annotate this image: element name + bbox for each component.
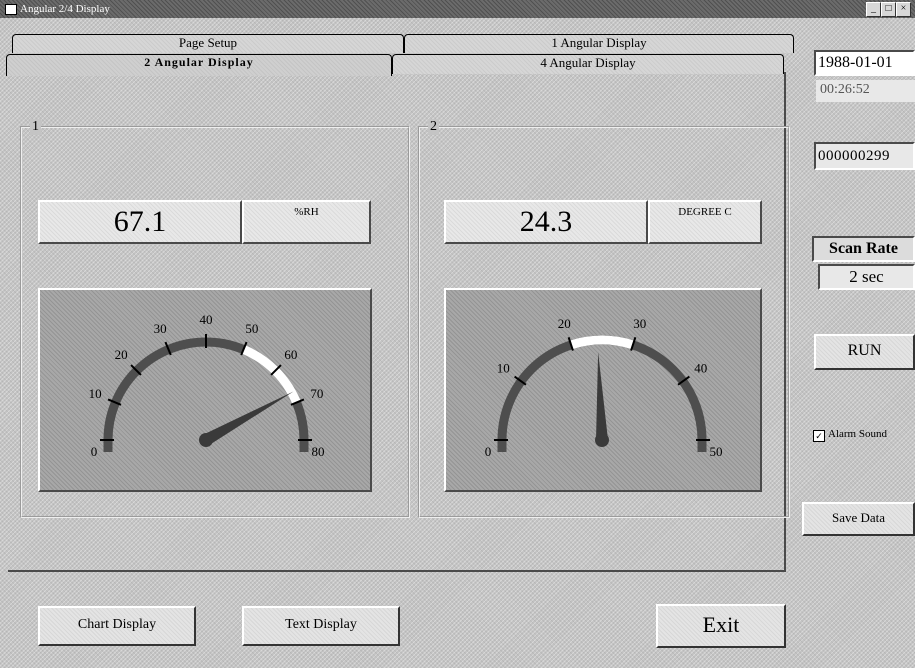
gauge-2-needle	[596, 352, 608, 441]
channel-2-value: 24.3	[519, 205, 573, 238]
channel-1-value-box: 67.1	[38, 200, 242, 244]
run-button[interactable]: RUN	[814, 334, 915, 370]
gauge-1-tick-label-0: 0	[91, 444, 98, 459]
channel-2-unit-box: DEGREE C	[648, 200, 762, 244]
channel-2-label: 2	[428, 119, 439, 135]
gauge-1-needle	[203, 391, 294, 446]
channel-1-unit-box: %RH	[242, 200, 371, 244]
gauge-2-tick-label-4: 40	[694, 360, 707, 375]
channel-2-value-box: 24.3	[444, 200, 648, 244]
tab-1-angular-display[interactable]: 1 Angular Display	[404, 34, 794, 53]
save-data-button[interactable]: Save Data	[802, 502, 915, 536]
gauge-1-tick-label-3: 30	[154, 321, 167, 336]
tab-page-setup[interactable]: Page Setup	[12, 34, 404, 53]
channel-1-unit: %RH	[294, 206, 319, 218]
gauge-2-tick-label-2: 20	[558, 316, 571, 331]
gauge-1-tick-label-8: 80	[312, 444, 325, 459]
alarm-sound-checkbox[interactable]: ✓	[813, 430, 825, 442]
channel-1-label: 1	[30, 119, 41, 135]
gauge-2-highlight	[569, 335, 635, 350]
gauge-1-arc	[103, 337, 309, 441]
gauge-2-svg: 0 10 20 30 40 50	[485, 316, 723, 459]
title-bar: Angular 2/4 Display _ □ ×	[0, 0, 915, 18]
gauge-1-svg: 0 10 20 30 40 50 60 70 80	[89, 312, 325, 459]
gauge-1-tick-label-6: 60	[284, 347, 297, 362]
channel-2-unit: DEGREE C	[678, 206, 732, 218]
close-button[interactable]: ×	[896, 2, 911, 17]
channel-2-gauge: 0 10 20 30 40 50	[444, 288, 762, 492]
channel-1-gauge: 0 10 20 30 40 50 60 70 80	[38, 288, 372, 492]
scan-rate-label: Scan Rate	[812, 236, 915, 262]
exit-button[interactable]: Exit	[656, 604, 786, 648]
gauge-1-hub	[199, 433, 213, 447]
gauge-1-tick-label-5: 50	[245, 321, 258, 336]
channel-1-value: 67.1	[113, 205, 167, 238]
gauge-1-tick-label-7: 70	[310, 386, 323, 401]
date-display: 1988-01-01	[814, 50, 915, 76]
counter-display: 000000299	[814, 142, 915, 170]
gauge-2-hub	[595, 433, 609, 447]
window-title: Angular 2/4 Display	[20, 3, 110, 15]
alarm-sound-label: Alarm Sound	[828, 428, 887, 440]
app-icon[interactable]	[5, 4, 17, 15]
tab-4-angular-display[interactable]: 4 Angular Display	[392, 54, 784, 74]
gauge-1-tick-label-4: 40	[200, 312, 213, 327]
chart-display-button[interactable]: Chart Display	[38, 606, 196, 646]
text-display-button[interactable]: Text Display	[242, 606, 400, 646]
gauge-1-tick-label-1: 10	[89, 386, 102, 401]
gauge-2-tick-label-3: 30	[633, 316, 646, 331]
gauge-2-tick-label-5: 50	[710, 444, 723, 459]
minimize-button[interactable]: _	[866, 2, 881, 17]
gauge-2-tick-label-0: 0	[485, 444, 492, 459]
scan-rate-value[interactable]: 2 sec	[818, 264, 915, 290]
gauge-1-tick-label-2: 20	[115, 347, 128, 362]
time-display: 00:26:52	[816, 80, 915, 102]
gauge-2-tick-label-1: 10	[497, 360, 510, 375]
maximize-button[interactable]: □	[881, 2, 896, 17]
